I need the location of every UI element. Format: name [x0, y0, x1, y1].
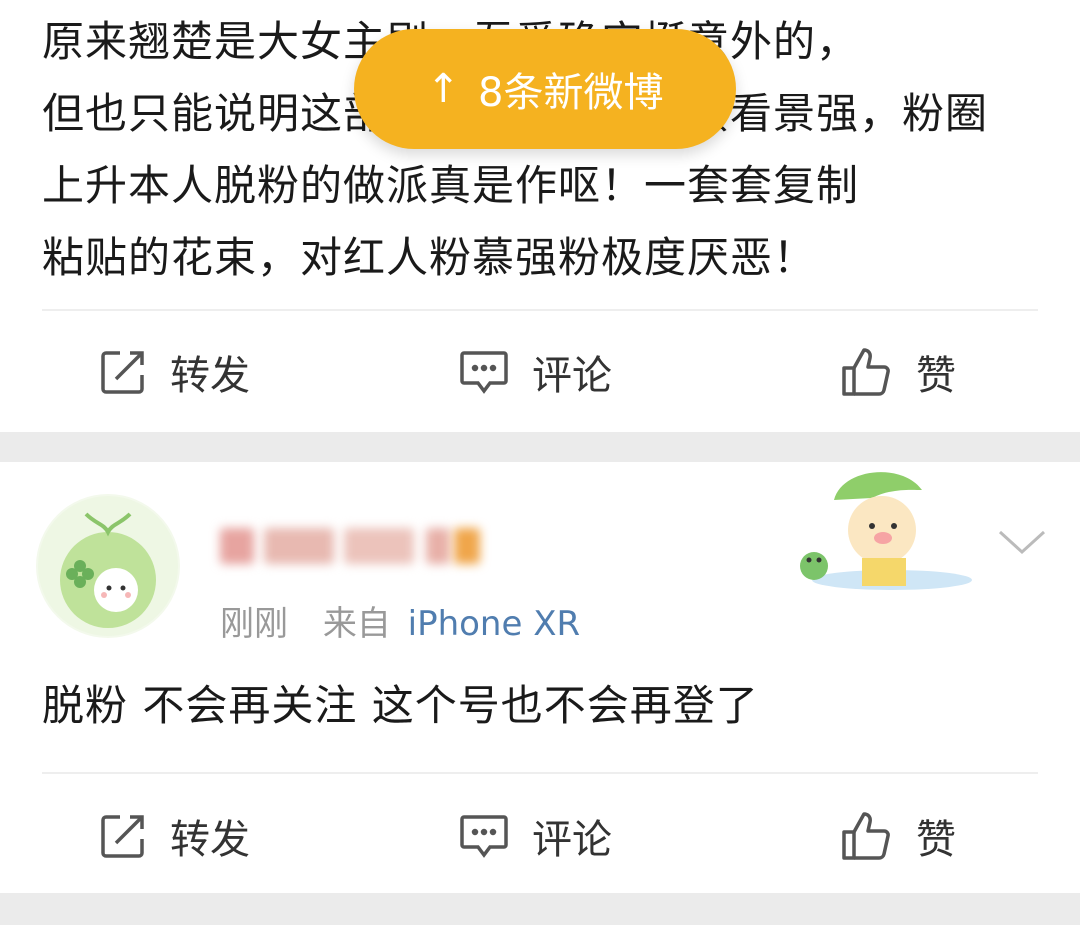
post-1-repost-button[interactable]: 转发	[98, 322, 250, 422]
post-1-like-button[interactable]: 赞	[840, 322, 956, 422]
post-2-like-button[interactable]: 赞	[840, 786, 956, 886]
like-label: 赞	[916, 817, 956, 863]
chevron-down-icon[interactable]	[996, 522, 1048, 562]
repost-icon	[98, 347, 148, 397]
device-link[interactable]: iPhone XR	[408, 604, 581, 644]
decorative-card-badge	[772, 460, 982, 600]
comment-icon	[458, 811, 510, 861]
new-posts-label: 8条新微博	[478, 70, 664, 116]
source-prefix: 来自	[322, 604, 391, 644]
comment-label: 评论	[532, 353, 612, 399]
comment-label: 评论	[532, 817, 612, 863]
arrow-up-icon: ↑	[426, 66, 461, 112]
post-1-action-bar: 转发 评论 赞	[0, 322, 1080, 422]
post-2-action-bar: 转发 评论 赞	[0, 786, 1080, 886]
username-redacted[interactable]	[220, 520, 480, 572]
post-2-body: 脱粉 不会再关注 这个号也不会再登了	[42, 681, 759, 730]
post-1-comment-button[interactable]: 评论	[458, 322, 612, 422]
thumbs-up-icon	[840, 346, 894, 398]
post-1-divider	[42, 309, 1038, 311]
repost-label: 转发	[170, 817, 250, 863]
post-2-meta: 刚刚 来自 iPhone XR	[220, 596, 580, 645]
like-label: 赞	[916, 353, 956, 399]
post-time: 刚刚	[220, 604, 288, 644]
repost-label: 转发	[170, 353, 250, 399]
post-1-line-4: 粘贴的花束，对红人粉慕强粉极度厌恶！	[42, 233, 817, 282]
post-separator	[0, 432, 1080, 462]
thumbs-up-icon	[840, 810, 894, 862]
post-separator-bottom	[0, 893, 1080, 925]
post-2-repost-button[interactable]: 转发	[98, 786, 250, 886]
post-2-comment-button[interactable]: 评论	[458, 786, 612, 886]
post-1-line-3: 上升本人脱粉的做派真是作呕！一套套复制	[42, 161, 860, 210]
repost-icon	[98, 811, 148, 861]
comment-icon	[458, 347, 510, 397]
user-avatar[interactable]	[36, 494, 180, 638]
new-posts-button[interactable]: ↑ 8条新微博	[354, 29, 736, 149]
post-2-divider	[42, 772, 1038, 774]
